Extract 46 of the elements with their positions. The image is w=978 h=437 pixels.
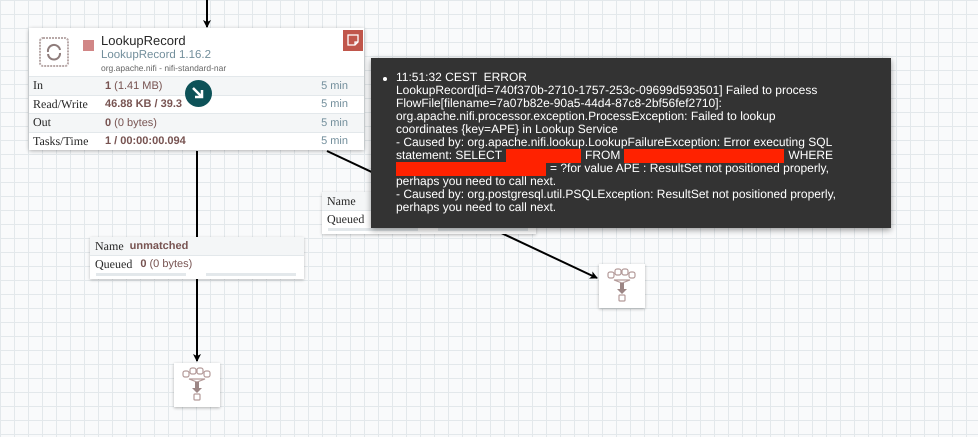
bulletin-text: perhaps you need to call next. [396, 175, 556, 188]
funnel-icon [182, 367, 212, 403]
stat-value: 46.88 KB / 39.3 [105, 98, 184, 110]
stopped-icon [83, 40, 94, 51]
bulletin-text: org.apache.nifi.processor.exception.ProcessException: Failed to lookup [396, 110, 776, 123]
bulletin-header: 11:51:32 CEST ERROR [396, 71, 528, 84]
bulletin-text: - Caused by: org.postgresql.util.PSQLException: ResultSet not positioned properly, [396, 188, 836, 201]
processor-name: LookupRecord [101, 33, 187, 48]
processor-bundle: org.apache.nifi - nifi-standard-nar [101, 62, 226, 74]
queued-label: Queued [95, 256, 132, 272]
processor-card[interactable]: LookupRecord LookupRecord 1.16.2 org.apache.nifi - nifi-standard-nar In 1 (1.41 MB) 5 min Read/Write 46.88 KB / 39.3 5 min Out 0 (0 bytes) 5 min Tasks/Time 1 / 00:00:00.094 5 min [29, 28, 364, 150]
stat-window: 5 min [321, 80, 364, 92]
stat-value: 0 (0 bytes) [105, 116, 158, 129]
stat-window: 5 min [321, 116, 364, 129]
stat-window: 5 min [321, 98, 364, 110]
name-label: Name [95, 238, 124, 254]
bulletin-text: statement: SELECT [396, 149, 502, 162]
queued-value: 0 (0 bytes) [140, 258, 192, 270]
stat-label: Read/Write [32, 96, 89, 112]
stat-label: In [32, 78, 44, 94]
connection-name: unmatched [130, 240, 188, 252]
bulletin-text: perhaps you need to call next. [396, 201, 556, 214]
bulletin-text: WHERE [788, 149, 834, 162]
bulletin-text: = ?for value APE : ResultSet not positioned properly, [550, 162, 829, 175]
bulletin-text: - Caused by: org.apache.nifi.lookup.LookupFailureException: Error executing SQL [396, 136, 832, 149]
connection-label[interactable]: Name unmatched Queued 0 (0 bytes) [90, 237, 304, 279]
stat-value: 1 (1.41 MB) [105, 80, 164, 92]
bulletin-icon[interactable] [343, 30, 363, 51]
stat-label: Tasks/Time [32, 134, 90, 149]
bullet-icon [383, 77, 387, 81]
stat-label: Out [32, 115, 52, 130]
bulletin-text: FlowFile[filename=7a07b82e-90a5-44d4-87c8-2bf56fef2710]: [396, 97, 722, 110]
name-label: Name [327, 194, 356, 208]
funnel[interactable] [174, 363, 220, 407]
stat-window: 5 min [321, 135, 364, 148]
bulletin-text: coordinates {key=APE} in Lookup Service [396, 123, 618, 136]
bulletin-text: FROM [585, 149, 620, 162]
stat-value: 1 / 00:00:00.094 [105, 135, 187, 148]
connection-arrow [203, 0, 211, 28]
processor-icon [39, 37, 69, 67]
bulletin-text: LookupRecord[id=740f370b-2710-1757-253c-09699d593501] Failed to process [396, 84, 818, 97]
queued-label: Queued [327, 212, 364, 226]
funnel[interactable] [599, 264, 645, 308]
cursor-icon [185, 80, 212, 107]
processor-type: LookupRecord 1.16.2 [101, 48, 212, 62]
funnel-icon [607, 268, 637, 304]
